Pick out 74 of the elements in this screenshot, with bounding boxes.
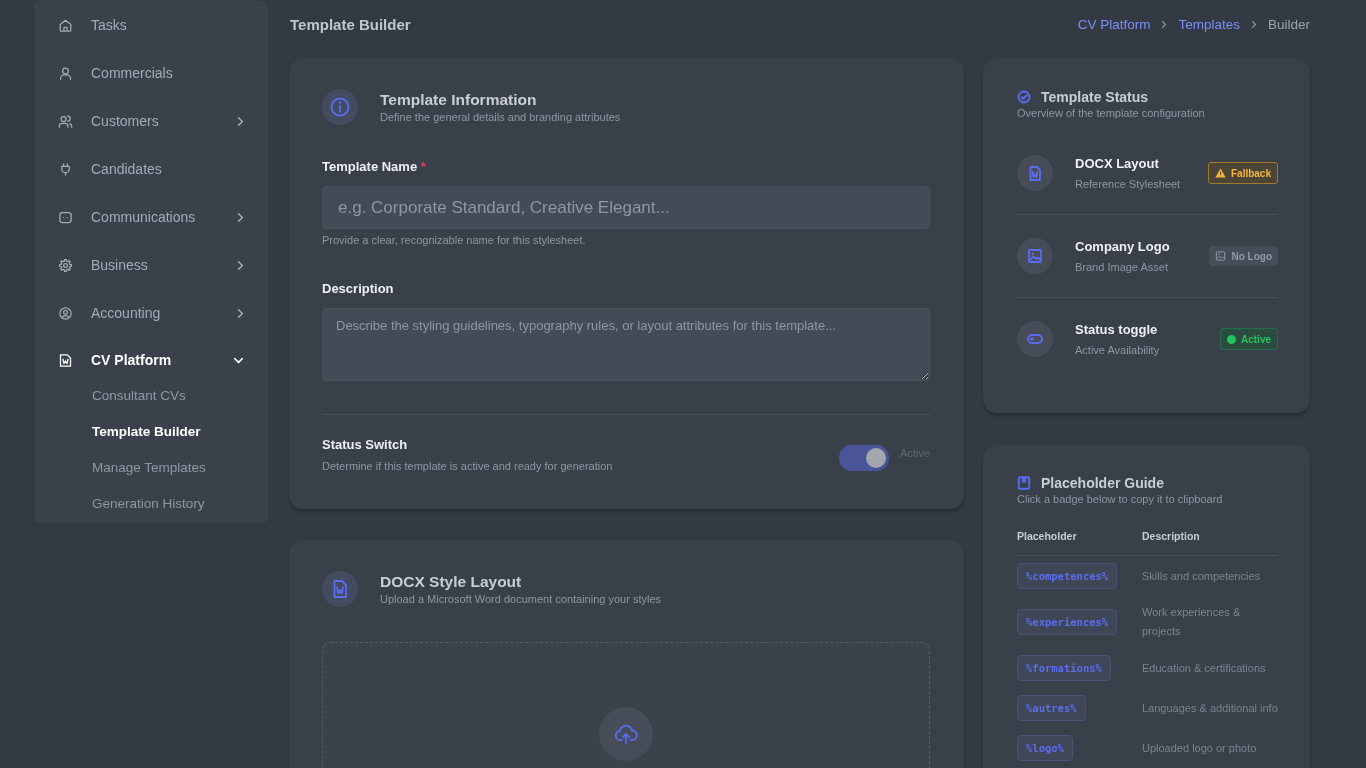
sidebar-item[interactable]: Communications [34, 193, 268, 241]
help-text: Provide a clear, recognizable name for this stylesheet. [322, 233, 587, 247]
sidebar-subitem[interactable]: Consultant CVs [34, 377, 268, 413]
field-label: Description [322, 281, 395, 297]
sidebar-subitem[interactable]: Template Builder [34, 413, 268, 449]
warning-icon [1214, 168, 1226, 178]
card-title: Template Information [380, 90, 538, 109]
card-subtitle: Click a badge below to copy it to clipboard [1017, 492, 1224, 506]
status-item-title: Status toggle [1075, 321, 1159, 338]
help-text: Determine if this template is active and ready for generation [322, 459, 613, 473]
card-title: Placeholder Guide [1041, 475, 1164, 491]
bookmark-icon [1017, 476, 1031, 490]
chevron-right-icon [1162, 20, 1167, 28]
status-item-subtitle: Reference Stylesheet [1075, 176, 1182, 191]
sidebar-subitem[interactable]: Generation History [34, 485, 268, 521]
description-textarea[interactable]: Describe the styling guidelines, typography rules, or layout attributes for this template... [322, 308, 930, 381]
card-subtitle: Define the general details and branding attributes [380, 109, 621, 124]
home-icon [58, 17, 73, 33]
status-toggle[interactable] [839, 445, 890, 471]
placeholder-description: Education & certifications [1142, 660, 1267, 676]
placeholder-description: Work experiences & projects [1142, 605, 1242, 639]
word-file-icon [1017, 155, 1053, 191]
users-icon [58, 113, 73, 129]
chat-icon [58, 209, 73, 225]
card-title: DOCX Style Layout [380, 572, 523, 591]
sidebar-item[interactable]: Business [34, 241, 268, 289]
sidebar-item[interactable]: Customers [34, 97, 268, 145]
badge-text: Fallback [1230, 167, 1271, 179]
status-item-subtitle: Brand Image Asset [1075, 259, 1169, 274]
page-title: Template Builder [290, 15, 411, 33]
plug-icon [58, 161, 73, 177]
switch-label: Status Switch [322, 437, 409, 453]
copy-placeholder-button[interactable]: %experiences% [1017, 609, 1118, 635]
toggle-icon [1017, 321, 1053, 357]
image-icon [1017, 238, 1053, 274]
upload-cloud-icon [599, 707, 653, 761]
placeholder-description: Skills and competencies [1142, 568, 1261, 584]
badge-text: No Logo [1231, 250, 1272, 262]
sidebar-item[interactable]: CV Platform [34, 337, 268, 377]
placeholder-description: Uploaded logo or photo [1142, 740, 1258, 756]
status-item-title: Company Logo [1075, 238, 1171, 255]
sidebar-item[interactable]: Accounting [34, 289, 268, 337]
status-item-title: DOCX Layout [1075, 155, 1160, 172]
column-header: Placeholder [1017, 529, 1078, 543]
card-title: Template Status [1041, 89, 1149, 105]
card-subtitle: Overview of the template configuration [1017, 106, 1206, 120]
word-file-icon [58, 352, 73, 368]
placeholder-description: Languages & additional info [1142, 700, 1279, 716]
field-label: Template Name * [322, 159, 427, 175]
card-subtitle: Upload a Microsoft Word document containing your styles [380, 591, 662, 606]
copy-placeholder-button[interactable]: %autres% [1017, 695, 1086, 721]
sidebar-item[interactable]: Tasks [34, 1, 268, 49]
template-name-input[interactable]: e.g. Corporate Standard, Creative Elegant... [322, 186, 930, 229]
image-icon [1215, 251, 1227, 261]
copy-placeholder-button[interactable]: %formations% [1017, 655, 1111, 681]
status-dot-icon [1227, 334, 1236, 344]
user-icon [58, 65, 73, 81]
breadcrumb-current: Builder [1267, 16, 1310, 32]
column-header: Description [1142, 529, 1200, 543]
breadcrumb-link[interactable]: CV Platform [1077, 16, 1151, 32]
check-circle-icon [1017, 90, 1031, 104]
breadcrumb-link[interactable]: Templates [1178, 16, 1240, 32]
word-file-icon [322, 571, 358, 607]
copy-placeholder-button[interactable]: %competences% [1017, 563, 1118, 589]
badge-text: Active [1241, 333, 1271, 345]
sidebar-item[interactable]: Candidates [34, 145, 268, 193]
status-item-subtitle: Active Availability [1075, 342, 1161, 357]
info-icon [322, 89, 358, 125]
sidebar-subitem[interactable]: Manage Templates [34, 449, 268, 485]
sidebar-item[interactable]: Commercials [34, 49, 268, 97]
gear-icon [58, 257, 73, 273]
copy-placeholder-button[interactable]: %logo% [1017, 735, 1073, 761]
user-circle-icon [58, 305, 73, 321]
chevron-right-icon [1251, 20, 1256, 28]
